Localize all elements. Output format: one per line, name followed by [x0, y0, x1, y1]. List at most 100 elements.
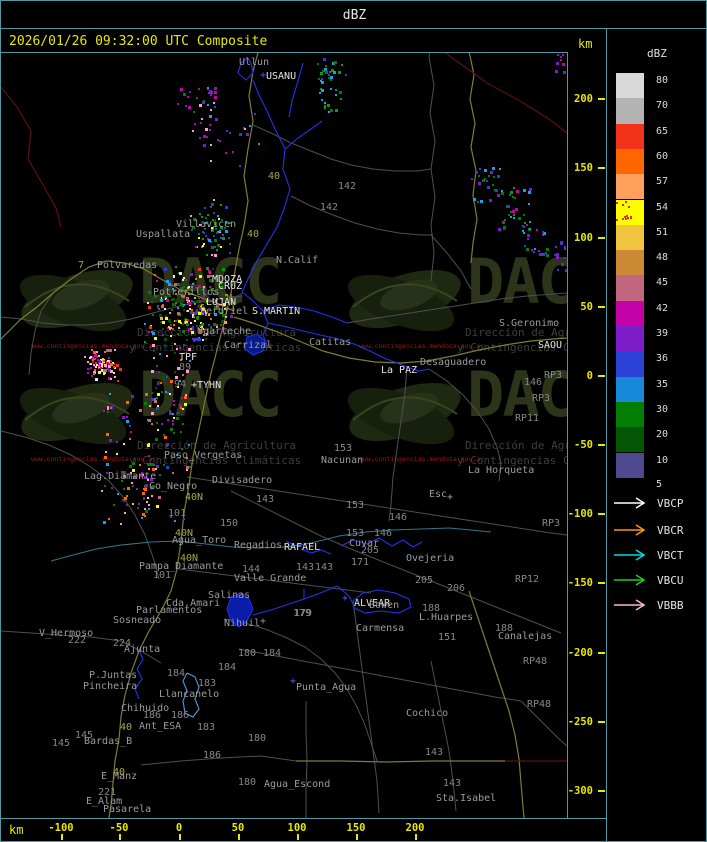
colorbar-scale-label: 5 — [656, 478, 663, 490]
map-marker-cross: + — [260, 70, 267, 81]
right-axis-tick-label: -50 — [574, 439, 593, 451]
map-place-label: Co_Negro — [149, 481, 198, 492]
map-route-label: 153 — [334, 443, 353, 454]
colorbar-scale-label: 42 — [656, 302, 669, 314]
colorbar-title: dBZ — [647, 47, 667, 60]
map-route-label: 183 — [197, 722, 216, 733]
map-place-label: Sosneado — [113, 615, 162, 626]
colorbar-segment — [616, 224, 644, 251]
map-route-label: 186 — [143, 710, 162, 721]
right-axis-tick — [598, 721, 605, 723]
colorbar-speckle — [628, 205, 630, 208]
bottom-axis-tick — [179, 834, 181, 840]
map-route-label: 206 — [447, 583, 466, 594]
colorbar-segment — [616, 452, 644, 478]
map-route-label: 186 — [171, 710, 190, 721]
radar-map: DACC Dirección de Agricultura y Contingenc… — [1, 52, 567, 818]
map-place-label: Catitas — [309, 337, 352, 348]
right-axis-tick — [598, 444, 605, 446]
colorbar-scale-label: 30 — [656, 403, 669, 415]
bottom-axis-tick — [415, 834, 417, 840]
map-route-label: 153 — [346, 528, 365, 539]
map-bottom-border — [1, 818, 607, 819]
gray-lines — [1, 52, 567, 818]
map-place-label: +TYHN — [191, 380, 222, 391]
map-route-label: 146 — [374, 528, 393, 539]
map-route-label: RP48 — [527, 699, 552, 710]
map-route-label: 89 — [179, 362, 192, 373]
map-route-label: 144 — [242, 564, 261, 575]
timestamp: 2026/01/26 09:32:00 UTC Composite — [9, 34, 268, 49]
colorbar-segment — [616, 326, 644, 352]
map-route-label: 145 — [52, 738, 71, 749]
map-place-label: Ugarteche — [197, 326, 252, 337]
colorbar-speckle — [625, 200, 627, 203]
colorbar-scale-label: 57 — [656, 176, 669, 188]
colorbar-scale-label: 36 — [656, 353, 669, 365]
map-place-label: Paso_Vergetas — [164, 450, 243, 461]
map-place-label: La PAZ — [381, 365, 418, 376]
colorbar-scale-label: 80 — [656, 75, 669, 86]
map-route-label: 188 — [422, 603, 441, 614]
map-route-label: 205 — [415, 575, 434, 586]
map-place-label: Divisadero — [212, 475, 273, 486]
right-axis-tick — [598, 790, 605, 792]
colorbar-speckle — [616, 201, 618, 204]
map-road-label: 40 — [268, 171, 281, 182]
map-place-label: Nacunan — [321, 455, 364, 466]
colorbar-segment — [616, 427, 644, 453]
map-route-label: 224 — [113, 638, 132, 649]
map-route-label: 143 — [315, 562, 334, 573]
map-route-label: 142 — [338, 181, 357, 192]
map-place-label: Carrizal — [224, 340, 273, 351]
map-place-label: L.Huarpes — [419, 612, 474, 623]
bottom-axis-tick-label: 200 — [405, 822, 425, 834]
map-route-label: 188 — [495, 623, 514, 634]
colorbar-segment — [616, 148, 644, 175]
bottom-axis-tick — [61, 834, 63, 840]
right-axis-tick — [598, 652, 605, 654]
colorbar-scale-label: 45 — [656, 277, 669, 289]
map-route-label: 150 — [220, 518, 239, 529]
right-axis-tick-label: -200 — [567, 647, 593, 659]
right-axis-tick-label: -300 — [567, 785, 593, 797]
right-axis-tick — [598, 167, 605, 169]
colorbar-scale-label: 39 — [656, 328, 669, 339]
map-route-label: 186 — [203, 750, 222, 761]
map-place-label: S.MARTIN — [252, 306, 301, 317]
map-route-label: 94 — [174, 379, 187, 390]
map-route-label: 143 — [296, 562, 315, 573]
colorbar-segment — [616, 401, 644, 428]
right-axis-tick-label: -150 — [567, 577, 593, 589]
map-layers — [1, 52, 567, 818]
map-marker-cross: + — [290, 676, 297, 687]
map-place-label: Lag.Diamante — [84, 471, 157, 482]
side-panel-border — [606, 28, 607, 841]
map-place-label: Ovejeria — [406, 553, 455, 564]
colorbar-scale-label: 65 — [656, 125, 669, 137]
map-place-label: Pincheira — [83, 681, 138, 692]
map-route-label: RP48 — [523, 656, 548, 667]
bottom-axis-tick — [119, 834, 121, 840]
map-route-label: RP3 — [532, 393, 551, 404]
colorbar-segment — [616, 351, 644, 377]
vbcr-arrow-icon — [614, 524, 646, 536]
map-route-label: 205 — [361, 545, 380, 556]
right-axis-tick — [598, 237, 605, 239]
colorbar-segment — [616, 376, 644, 402]
map-marker-cross: + — [260, 616, 267, 627]
colorbar-speckle — [622, 203, 624, 206]
map-road-label: 40 — [113, 767, 126, 778]
map-route-label: 151 — [438, 632, 457, 643]
map-place-label: Agua_Escond — [264, 779, 331, 790]
map-route-label: RP11 — [515, 413, 540, 424]
map-place-label: Polvaredas — [97, 260, 158, 271]
map-route-label: 146 — [389, 512, 408, 523]
map-marker-cross: + — [447, 492, 454, 503]
map-place-label: Pasarela — [103, 804, 152, 815]
colorbar-speckle — [616, 218, 618, 221]
colorbar-scale-label: 60 — [656, 150, 669, 162]
bottom-axis-tick-label: -50 — [109, 822, 129, 834]
map-route-label: 180 — [238, 648, 257, 659]
colorbar-speckle — [625, 217, 627, 220]
